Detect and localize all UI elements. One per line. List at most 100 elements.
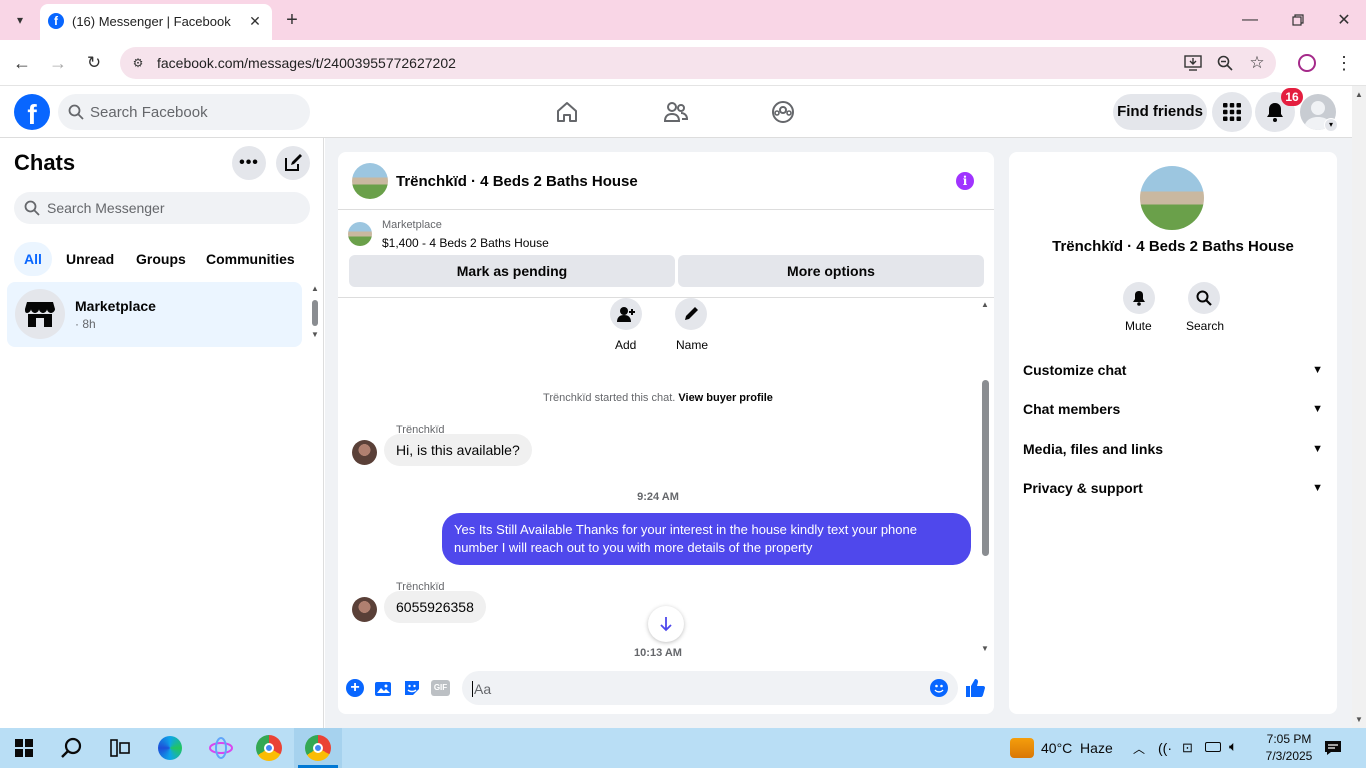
- browser-tab-bar: ▾ f (16) Messenger | Facebook ✕ + — ✕: [0, 0, 1366, 40]
- forward-arrow-icon[interactable]: →: [46, 51, 70, 75]
- conversation-title[interactable]: Trënchkïd · 4 Beds 2 Baths House: [396, 173, 638, 190]
- incoming-message[interactable]: 6055926358: [384, 591, 486, 623]
- battery-icon[interactable]: [1205, 742, 1221, 752]
- facebook-logo-icon[interactable]: f: [14, 94, 50, 130]
- weather-icon[interactable]: [1010, 738, 1034, 758]
- info-avatar[interactable]: [1140, 166, 1204, 230]
- site-settings-icon[interactable]: ⚙: [128, 53, 148, 73]
- chrome-active-window[interactable]: [294, 728, 342, 768]
- profile-icon[interactable]: [1298, 54, 1316, 72]
- weather-text[interactable]: 40°C Haze: [1041, 740, 1113, 756]
- chat-list-item[interactable]: Marketplace · 8h: [7, 282, 302, 347]
- message-scrollbar[interactable]: ▲ ▼: [980, 298, 992, 658]
- mute-bell-icon[interactable]: [1123, 282, 1155, 314]
- chevron-down-icon: ▼: [1312, 364, 1323, 376]
- add-person-icon[interactable]: [610, 298, 642, 330]
- address-bar[interactable]: ⚙ facebook.com/messages/t/24003955772627…: [120, 47, 1276, 79]
- filter-tab-all[interactable]: All: [14, 242, 52, 276]
- customize-chat-row[interactable]: Customize chat ▼: [1023, 355, 1323, 385]
- conversation-avatar[interactable]: [352, 163, 388, 199]
- account-chevron-down-icon[interactable]: ▾: [1324, 118, 1338, 132]
- filter-tab-communities[interactable]: Communities: [206, 251, 295, 267]
- message-input[interactable]: Aa: [462, 671, 958, 705]
- privacy-support-row[interactable]: Privacy & support ▼: [1023, 473, 1323, 503]
- close-window-icon[interactable]: ✕: [1330, 8, 1358, 32]
- chevron-up-icon[interactable]: ︿: [1133, 740, 1145, 757]
- sticker-icon[interactable]: [403, 679, 421, 700]
- windows-start-icon[interactable]: [15, 739, 33, 760]
- scroll-down-arrow-icon[interactable]: ▼: [311, 330, 319, 339]
- gif-icon[interactable]: GIF: [431, 680, 450, 696]
- new-tab-button[interactable]: +: [280, 8, 304, 32]
- chat-info-panel: Trënchkïd · 4 Beds 2 Baths House Mute Se…: [1009, 152, 1337, 714]
- more-options-icon[interactable]: •••: [232, 146, 266, 180]
- new-message-icon[interactable]: [276, 146, 310, 180]
- search-icon[interactable]: [1188, 282, 1220, 314]
- bookmark-star-icon[interactable]: ☆: [1246, 53, 1268, 73]
- more-options-button[interactable]: More options: [678, 255, 984, 287]
- install-app-icon[interactable]: [1182, 53, 1204, 73]
- task-view-icon[interactable]: [110, 739, 130, 760]
- friends-icon[interactable]: [660, 98, 692, 126]
- minimize-window-icon[interactable]: —: [1236, 8, 1264, 32]
- home-icon[interactable]: [552, 98, 582, 126]
- scroll-thumb[interactable]: [982, 380, 989, 556]
- tab-list-button[interactable]: ▾: [8, 8, 32, 32]
- message-list: Add Name Trënchkïd started this chat. Vi…: [338, 298, 994, 659]
- conversation-header: Trënchkïd · 4 Beds 2 Baths House i: [338, 152, 994, 210]
- page-scrollbar[interactable]: ▲ ▼: [1352, 86, 1366, 728]
- edge-browser-icon[interactable]: [158, 736, 182, 760]
- listing-thumbnail[interactable]: [348, 222, 372, 246]
- chrome-icon[interactable]: [256, 735, 282, 761]
- scroll-up-arrow-icon[interactable]: ▲: [1355, 90, 1363, 99]
- plus-icon[interactable]: +: [346, 679, 364, 697]
- clock-date[interactable]: 7/3/2025: [1258, 749, 1320, 763]
- photo-icon[interactable]: [374, 679, 392, 700]
- find-friends-button[interactable]: Find friends: [1113, 94, 1207, 130]
- scroll-down-arrow-icon[interactable]: ▼: [981, 644, 989, 653]
- sender-avatar[interactable]: [352, 440, 377, 465]
- network-icon[interactable]: ((·: [1158, 740, 1172, 756]
- mark-as-pending-button[interactable]: Mark as pending: [349, 255, 675, 287]
- taskbar-search-icon[interactable]: [61, 737, 83, 762]
- section-label: Privacy & support: [1023, 480, 1143, 496]
- thumbs-up-icon[interactable]: [964, 677, 986, 702]
- reload-icon[interactable]: ↻: [82, 51, 106, 75]
- started-text: Trënchkïd started this chat.: [543, 392, 676, 404]
- scroll-down-arrow-icon[interactable]: ▼: [1355, 715, 1363, 724]
- scroll-to-bottom-button[interactable]: [648, 606, 684, 642]
- menu-grid-icon[interactable]: [1212, 92, 1252, 132]
- notification-center-icon[interactable]: [1324, 740, 1342, 759]
- scroll-thumb[interactable]: [312, 300, 318, 326]
- filter-tab-unread[interactable]: Unread: [66, 251, 114, 267]
- volume-icon[interactable]: 🔈︎: [1229, 738, 1237, 755]
- messenger-search-input[interactable]: Search Messenger: [14, 192, 310, 224]
- info-icon[interactable]: i: [956, 172, 974, 190]
- scroll-up-arrow-icon[interactable]: ▲: [981, 300, 989, 309]
- media-files-links-row[interactable]: Media, files and links ▼: [1023, 434, 1323, 464]
- clock-time[interactable]: 7:05 PM: [1258, 732, 1320, 746]
- facebook-search-input[interactable]: Search Facebook: [58, 94, 310, 130]
- meet-now-icon[interactable]: ⊡: [1182, 740, 1193, 756]
- chat-members-row[interactable]: Chat members ▼: [1023, 394, 1323, 424]
- zoom-icon[interactable]: [1214, 53, 1236, 73]
- pencil-icon[interactable]: [675, 298, 707, 330]
- emoji-icon[interactable]: [930, 679, 948, 697]
- windows-taskbar: 40°C Haze ︿ ((· ⊡ 🔈︎ 7:05 PM 7/3/2025: [0, 728, 1366, 768]
- sender-avatar[interactable]: [352, 597, 377, 622]
- app-icon[interactable]: [208, 736, 234, 760]
- back-arrow-icon[interactable]: ←: [10, 51, 34, 75]
- incoming-message[interactable]: Hi, is this available?: [384, 434, 532, 466]
- groups-icon[interactable]: [768, 98, 798, 126]
- outgoing-message[interactable]: Yes Its Still Available Thanks for your …: [442, 513, 971, 565]
- restore-window-icon[interactable]: [1284, 8, 1312, 32]
- scroll-up-arrow-icon[interactable]: ▲: [311, 284, 319, 293]
- browser-tab[interactable]: f (16) Messenger | Facebook ✕: [40, 4, 272, 40]
- listing-price[interactable]: $1,400 - 4 Beds 2 Baths House: [382, 236, 549, 250]
- view-buyer-profile-link[interactable]: View buyer profile: [678, 392, 773, 404]
- sidebar-scrollbar[interactable]: ▲ ▼: [310, 284, 320, 342]
- close-tab-icon[interactable]: ✕: [244, 10, 266, 32]
- message-composer: + GIF Aa: [338, 666, 994, 710]
- filter-tab-groups[interactable]: Groups: [136, 251, 186, 267]
- browser-menu-icon[interactable]: ⋮: [1334, 51, 1354, 75]
